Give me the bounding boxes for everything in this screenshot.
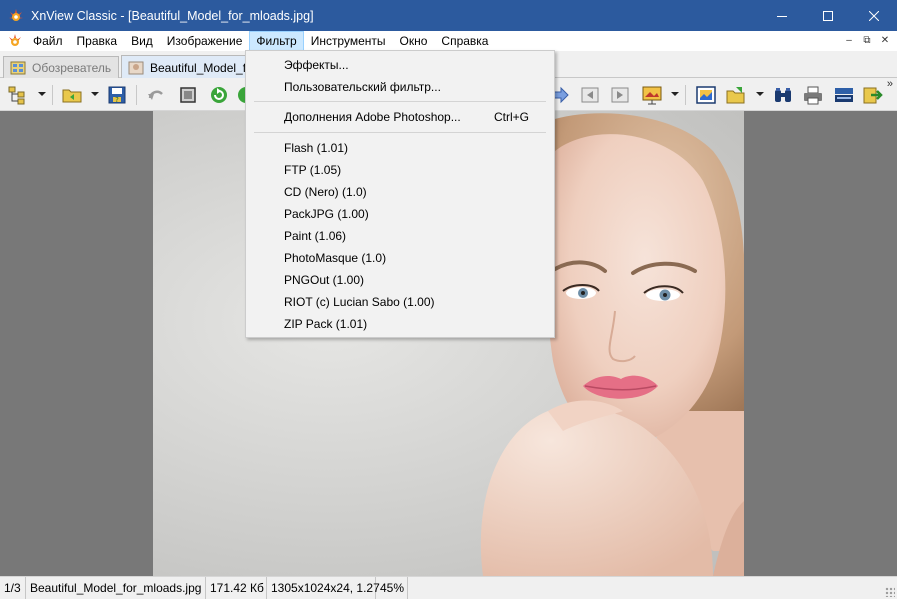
close-button[interactable] bbox=[851, 0, 897, 31]
image-tab-icon bbox=[128, 61, 144, 75]
scanner-icon[interactable] bbox=[832, 83, 856, 107]
toolbar-separator bbox=[136, 85, 137, 105]
menu-item-shortcut: Ctrl+G bbox=[493, 110, 529, 124]
tab-image-label: Beautiful_Model_f bbox=[150, 60, 247, 75]
menu-item-label: PhotoMasque (1.0) bbox=[284, 251, 387, 265]
menu-item-label: ZIP Pack (1.01) bbox=[284, 317, 368, 331]
mdi-minimize-button[interactable]: – bbox=[841, 33, 857, 48]
status-filesize: 171.42 Кб bbox=[206, 576, 267, 599]
status-zoom: 45% bbox=[376, 576, 408, 599]
rotate-left-icon[interactable] bbox=[207, 83, 231, 107]
crop-icon[interactable] bbox=[176, 83, 200, 107]
toolbar-separator bbox=[685, 85, 686, 105]
filter-menu-photomasque[interactable]: PhotoMasque (1.0) bbox=[247, 247, 553, 269]
toolbar-separator bbox=[52, 85, 53, 105]
maximize-button[interactable] bbox=[805, 0, 851, 31]
svg-text:?: ? bbox=[115, 96, 119, 104]
menu-item-label: Пользовательский фильтр... bbox=[284, 80, 441, 94]
filter-menu-custom-filter[interactable]: Пользовательский фильтр... bbox=[247, 76, 553, 98]
save-icon[interactable]: ? bbox=[105, 83, 129, 107]
menu-item-label: FTP (1.05) bbox=[284, 163, 342, 177]
menu-file[interactable]: Файл bbox=[26, 31, 70, 51]
filter-menu: Эффекты... Пользовательский фильтр... До… bbox=[245, 50, 555, 338]
menu-item-label: Flash (1.01) bbox=[284, 141, 349, 155]
menu-window[interactable]: Окно bbox=[393, 31, 435, 51]
menu-view[interactable]: Вид bbox=[124, 31, 160, 51]
slideshow-dropdown[interactable] bbox=[671, 92, 679, 96]
slideshow-icon[interactable] bbox=[640, 83, 664, 107]
undo-icon[interactable] bbox=[144, 83, 168, 107]
menu-tools[interactable]: Инструменты bbox=[304, 31, 393, 51]
exit-icon[interactable] bbox=[860, 83, 884, 107]
resize-grip[interactable] bbox=[885, 587, 895, 597]
toolbar-overflow-chevron[interactable]: » bbox=[887, 78, 893, 90]
status-dimensions: 1305x1024x24, 1.27 bbox=[267, 576, 380, 599]
filter-menu-riot[interactable]: RIOT (c) Lucian Sabo (1.00) bbox=[247, 291, 553, 313]
menu-help[interactable]: Справка bbox=[434, 31, 495, 51]
tab-browser-label: Обозреватель bbox=[32, 60, 112, 75]
tab-image[interactable]: Beautiful_Model_f bbox=[121, 55, 247, 79]
filter-menu-paint[interactable]: Paint (1.06) bbox=[247, 225, 553, 247]
filter-menu-photoshop-plugins[interactable]: Дополнения Adobe Photoshop... Ctrl+G bbox=[247, 106, 553, 128]
menu-image[interactable]: Изображение bbox=[160, 31, 250, 51]
filter-menu-effects[interactable]: Эффекты... bbox=[247, 54, 553, 76]
status-filename: Beautiful_Model_for_mloads.jpg bbox=[26, 576, 206, 599]
tab-browser[interactable]: Обозреватель bbox=[3, 56, 119, 78]
filter-menu-ftp[interactable]: FTP (1.05) bbox=[247, 159, 553, 181]
xnview-logo-icon bbox=[8, 8, 24, 24]
last-page-icon[interactable] bbox=[608, 83, 632, 107]
menu-separator bbox=[254, 132, 546, 133]
minimize-button[interactable] bbox=[759, 0, 805, 31]
convert-icon[interactable] bbox=[724, 83, 748, 107]
menu-item-label: CD (Nero) (1.0) bbox=[284, 185, 367, 199]
status-index: 1/3 bbox=[0, 576, 26, 599]
window-title: XnView Classic - [Beautiful_Model_for_ml… bbox=[31, 8, 314, 23]
open-dropdown[interactable] bbox=[91, 92, 99, 96]
status-bar: 1/3 Beautiful_Model_for_mloads.jpg 171.4… bbox=[0, 576, 897, 599]
menu-item-label: Эффекты... bbox=[284, 58, 349, 72]
binoculars-icon[interactable] bbox=[771, 83, 795, 107]
menu-item-label: Дополнения Adobe Photoshop... bbox=[284, 110, 461, 124]
browser-view-dropdown[interactable] bbox=[38, 92, 46, 96]
browser-view-icon[interactable] bbox=[6, 83, 30, 107]
filter-menu-packjpg[interactable]: PackJPG (1.00) bbox=[247, 203, 553, 225]
open-folder-icon[interactable] bbox=[60, 83, 84, 107]
browser-tab-icon bbox=[10, 61, 26, 75]
filter-menu-pngout[interactable]: PNGOut (1.00) bbox=[247, 269, 553, 291]
menu-item-label: Paint (1.06) bbox=[284, 229, 347, 243]
convert-dropdown[interactable] bbox=[756, 92, 764, 96]
menu-edit[interactable]: Правка bbox=[70, 31, 125, 51]
menu-item-label: PNGOut (1.00) bbox=[284, 273, 365, 287]
filter-menu-cd-nero[interactable]: CD (Nero) (1.0) bbox=[247, 181, 553, 203]
print-icon[interactable] bbox=[801, 83, 825, 107]
menu-item-label: PackJPG (1.00) bbox=[284, 207, 369, 221]
mdi-restore-button[interactable]: ⧉ bbox=[859, 33, 875, 48]
menu-separator bbox=[254, 101, 546, 102]
xnview-menu-icon[interactable] bbox=[7, 33, 23, 49]
title-bar: XnView Classic - [Beautiful_Model_for_ml… bbox=[0, 0, 897, 31]
mdi-close-button[interactable]: ✕ bbox=[877, 33, 893, 48]
menu-item-label: RIOT (c) Lucian Sabo (1.00) bbox=[284, 295, 435, 309]
first-page-icon[interactable] bbox=[578, 83, 602, 107]
filter-menu-flash[interactable]: Flash (1.01) bbox=[247, 137, 553, 159]
fullscreen-icon[interactable] bbox=[694, 83, 718, 107]
filter-menu-zip-pack[interactable]: ZIP Pack (1.01) bbox=[247, 313, 553, 335]
menu-bar: Файл Правка Вид Изображение Фильтр Инстр… bbox=[0, 31, 897, 51]
menu-filter[interactable]: Фильтр bbox=[249, 31, 304, 51]
